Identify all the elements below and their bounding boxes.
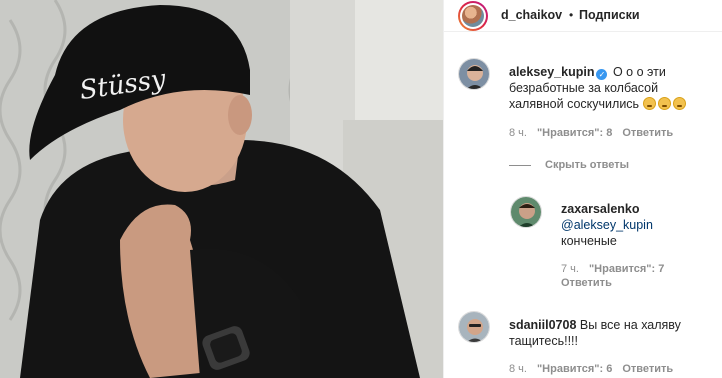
header-separator: •: [569, 8, 574, 22]
reply-button[interactable]: Ответить: [561, 277, 612, 289]
reply-body: zaxarsalenko @aleksey_kupin конченые: [561, 201, 711, 249]
divider-line: [509, 164, 531, 166]
comment-meta: 8 ч. "Нравится": 6 Ответить: [509, 363, 673, 375]
post-image: Stüssy: [0, 0, 443, 378]
comment-likes[interactable]: "Нравится": 6: [537, 363, 612, 375]
comment-time[interactable]: 8 ч.: [509, 363, 527, 375]
comment-text: конченые: [561, 234, 617, 248]
comment-body: sdaniil0708 Вы все на халяву тащитесь!!!…: [509, 317, 709, 349]
following-button[interactable]: Подписки: [579, 8, 640, 22]
comment-likes[interactable]: "Нравится": 7: [589, 263, 664, 275]
comment-time[interactable]: 8 ч.: [509, 127, 527, 139]
comment-meta: 7 ч. "Нравится": 7 Ответить: [561, 263, 711, 289]
hide-replies-button[interactable]: Скрыть ответы: [509, 159, 629, 171]
post-header: d_chaikov • Подписки: [444, 0, 722, 32]
flushed-face-emoji-icon: [657, 97, 671, 110]
author-avatar[interactable]: [458, 1, 488, 31]
comment-username[interactable]: zaxarsalenko: [561, 202, 640, 216]
comments-panel: d_chaikov • Подписки aleksey_kupin ✓ О о …: [443, 0, 722, 378]
flushed-face-emoji-icon: [642, 97, 656, 110]
post-photo[interactable]: Stüssy: [0, 0, 443, 378]
reply-button[interactable]: Ответить: [622, 127, 673, 139]
commenter-avatar[interactable]: [458, 58, 490, 90]
mention-link[interactable]: @aleksey_kupin: [561, 218, 653, 232]
comment-meta: 8 ч. "Нравится": 8 Ответить: [509, 127, 673, 139]
comment-username[interactable]: sdaniil0708: [509, 318, 576, 332]
flushed-face-emoji-icon: [672, 97, 686, 110]
commenter-avatar[interactable]: [458, 311, 490, 343]
author-username[interactable]: d_chaikov: [501, 8, 562, 22]
comment-time[interactable]: 7 ч.: [561, 263, 579, 275]
comment-likes[interactable]: "Нравится": 8: [537, 127, 612, 139]
verified-badge-icon: ✓: [596, 69, 608, 80]
commenter-avatar[interactable]: [510, 196, 542, 228]
hide-replies-label: Скрыть ответы: [545, 159, 629, 171]
comment-body: aleksey_kupin ✓ О о о эти безработные за …: [509, 64, 709, 112]
comment-username[interactable]: aleksey_kupin: [509, 65, 594, 79]
reply-button[interactable]: Ответить: [622, 363, 673, 375]
